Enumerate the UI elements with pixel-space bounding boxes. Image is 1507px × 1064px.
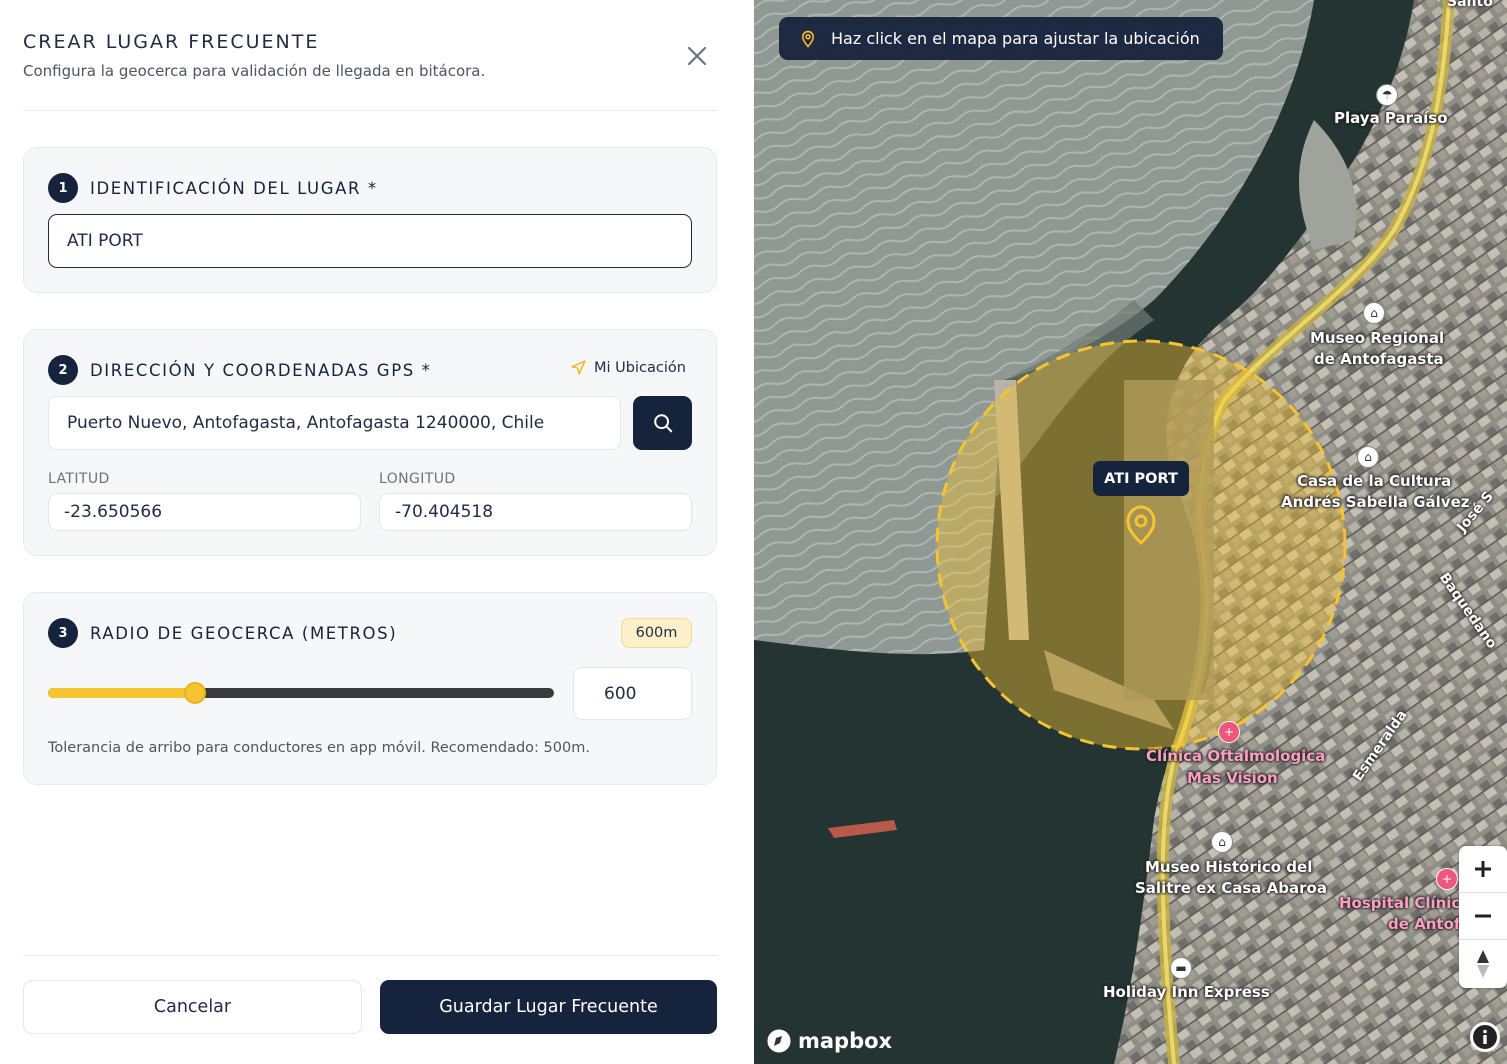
poi-museo-salitre-line1[interactable]: Museo Histórico del (1145, 857, 1312, 878)
latitude-input[interactable]: -23.650566 (48, 493, 361, 531)
slider-thumb[interactable] (183, 682, 206, 704)
section-title: IDENTIFICACIÓN DEL LUGAR * (90, 178, 378, 198)
geofence-radius-section: 3 RADIO DE GEOCERCA (METROS) 600m 600 To… (23, 592, 717, 785)
zoom-in-button[interactable] (1459, 846, 1507, 893)
map-pin-icon (801, 30, 815, 48)
info-icon (1473, 1025, 1497, 1049)
search-address-button[interactable] (633, 396, 692, 450)
museum-icon[interactable]: ⌂ (1211, 831, 1233, 853)
poi-holiday-inn[interactable]: Holiday Inn Express (1103, 982, 1270, 1003)
street-label-santo: Santo (1447, 0, 1493, 10)
step-number-badge: 1 (48, 173, 78, 203)
section-header: 2 DIRECCIÓN Y COORDENADAS GPS * (48, 355, 432, 385)
step-number-badge: 2 (48, 355, 78, 385)
map-navigation-control (1459, 846, 1507, 988)
museum-icon[interactable]: ⌂ (1357, 446, 1379, 468)
close-icon (687, 46, 707, 66)
modal-subtitle: Configura la geocerca para validación de… (23, 62, 486, 80)
radius-hint: Tolerancia de arribo para conductores en… (48, 740, 590, 756)
footer-divider (23, 955, 717, 956)
poi-museo-regional-line1[interactable]: Museo Regional (1310, 328, 1444, 349)
create-place-panel: CREAR LUGAR FRECUENTE Configura la geoce… (0, 0, 754, 1064)
section-header: 3 RADIO DE GEOCERCA (METROS) (48, 618, 397, 648)
navigation-arrow-icon (571, 360, 586, 375)
mapbox-logo[interactable]: mapbox (766, 1028, 892, 1054)
clinic-icon[interactable]: + (1218, 721, 1240, 743)
map-instruction-banner: Haz click en el mapa para ajustar la ubi… (779, 17, 1223, 60)
my-location-button[interactable]: Mi Ubicación (570, 359, 686, 376)
step-number-badge: 3 (48, 618, 78, 648)
mapbox-icon (766, 1028, 792, 1054)
poi-museo-regional-line2[interactable]: de Antofagasta (1314, 349, 1444, 370)
hotel-icon[interactable]: ▬ (1170, 957, 1192, 979)
place-name-input[interactable]: ATI PORT (48, 214, 692, 268)
my-location-label: Mi Ubicación (594, 359, 686, 376)
mapbox-wordmark: mapbox (798, 1029, 893, 1053)
poi-casa-cultura-line1[interactable]: Casa de la Cultura (1297, 471, 1451, 492)
address-input[interactable]: Puerto Nuevo, Antofagasta, Antofagasta 1… (48, 396, 621, 450)
map-info-button[interactable] (1470, 1022, 1500, 1052)
museum-icon[interactable]: ⌂ (1363, 302, 1385, 324)
cancel-button[interactable]: Cancelar (23, 980, 362, 1034)
minus-icon (1475, 914, 1491, 918)
place-identification-section: 1 IDENTIFICACIÓN DEL LUGAR * ATI PORT (23, 147, 717, 293)
poi-hospital-line1[interactable]: Hospital Clínico (1339, 893, 1471, 914)
compass-icon (1477, 949, 1489, 978)
map-instruction-text: Haz click en el mapa para ajustar la ubi… (831, 29, 1200, 48)
section-title: DIRECCIÓN Y COORDENADAS GPS * (90, 360, 432, 380)
poi-clinica-line1[interactable]: Clínica Oftalmologica (1146, 746, 1325, 767)
radius-badge: 600m (621, 618, 692, 648)
place-marker-label[interactable]: ATI PORT (1093, 461, 1189, 496)
longitude-input[interactable]: -70.404518 (379, 493, 692, 531)
slider-fill (48, 688, 195, 698)
poi-clinica-line2[interactable]: Mas Vision (1187, 768, 1278, 789)
modal-title: CREAR LUGAR FRECUENTE (23, 31, 320, 53)
plus-icon (1475, 861, 1491, 877)
beach-umbrella-icon[interactable]: ☂ (1376, 84, 1398, 106)
modal-header: CREAR LUGAR FRECUENTE Configura la geoce… (23, 30, 717, 111)
longitude-label: LONGITUD (379, 471, 456, 487)
section-header: 1 IDENTIFICACIÓN DEL LUGAR * (48, 173, 378, 203)
section-title: RADIO DE GEOCERCA (METROS) (90, 623, 398, 643)
radius-input[interactable]: 600 (573, 667, 692, 720)
poi-museo-salitre-line2[interactable]: Salitre ex Casa Abaroa (1135, 878, 1327, 899)
close-button[interactable] (683, 42, 711, 70)
zoom-out-button[interactable] (1459, 893, 1507, 940)
hospital-icon[interactable]: + (1436, 868, 1458, 890)
reset-north-button[interactable] (1459, 940, 1507, 987)
save-place-button[interactable]: Guardar Lugar Frecuente (380, 980, 717, 1034)
poi-casa-cultura-line2[interactable]: Andrés Sabella Gálvez (1281, 492, 1469, 513)
latitude-label: LATITUD (48, 471, 110, 487)
radius-slider[interactable] (48, 681, 554, 705)
address-gps-section: 2 DIRECCIÓN Y COORDENADAS GPS * Mi Ubica… (23, 329, 717, 556)
satellite-map[interactable]: Haz click en el mapa para ajustar la ubi… (754, 0, 1507, 1064)
poi-playa-paraiso[interactable]: Playa Paraíso (1334, 108, 1448, 129)
search-icon (653, 414, 672, 433)
